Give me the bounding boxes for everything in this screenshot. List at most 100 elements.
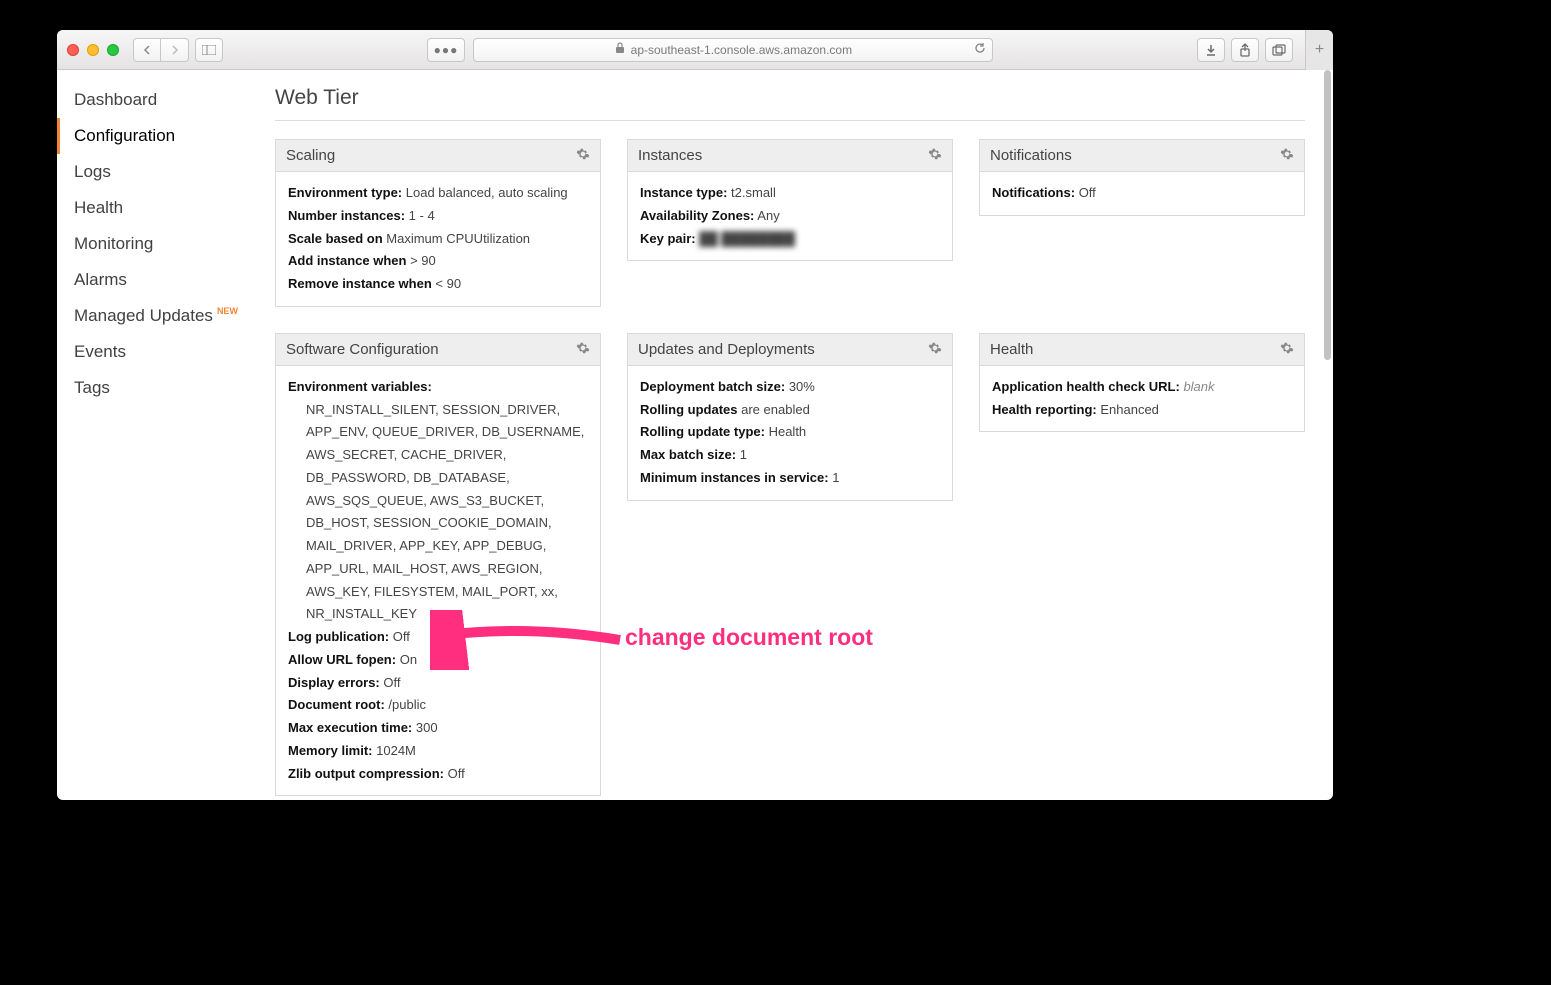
lock-icon	[615, 42, 625, 57]
sidebar-item-label: Dashboard	[74, 90, 157, 110]
share-button[interactable]	[1231, 38, 1259, 62]
card-body: Notifications: Off	[980, 172, 1304, 215]
label: Zlib output compression:	[288, 766, 444, 781]
reload-icon[interactable]	[974, 42, 986, 57]
label: Notifications:	[992, 185, 1075, 200]
value: Off	[1079, 185, 1096, 200]
sidebar-item-label: Logs	[74, 162, 111, 182]
gear-icon[interactable]	[576, 147, 590, 164]
maximize-window-button[interactable]	[107, 44, 119, 56]
card-notifications: Notifications Notifications: Off	[979, 139, 1305, 216]
value: Load balanced, auto scaling	[406, 185, 568, 200]
label: Rolling updates	[640, 402, 738, 417]
browser-window: ●●● ap-southeast-1.console.aws.amazon.co…	[57, 30, 1333, 800]
label: Remove instance when	[288, 276, 432, 291]
label: Rolling update type:	[640, 424, 765, 439]
value: On	[400, 652, 417, 667]
new-tab-button[interactable]: +	[1305, 30, 1333, 70]
sidebar-item-label: Events	[74, 342, 126, 362]
card-title: Health	[990, 341, 1033, 358]
card-title: Updates and Deployments	[638, 341, 815, 358]
value: are enabled	[741, 402, 810, 417]
gear-icon[interactable]	[576, 341, 590, 358]
main-panel: Web Tier Scaling Environment type: Load …	[257, 70, 1333, 800]
label: Display errors:	[288, 675, 380, 690]
value: 1	[740, 447, 747, 462]
reader-button[interactable]: ●●●	[427, 38, 466, 62]
label: Environment variables:	[288, 379, 432, 394]
browser-titlebar: ●●● ap-southeast-1.console.aws.amazon.co…	[57, 30, 1333, 70]
scrollbar-thumb[interactable]	[1324, 70, 1331, 360]
address-bar[interactable]: ap-southeast-1.console.aws.amazon.com	[473, 38, 993, 62]
label: Memory limit:	[288, 743, 373, 758]
label: Allow URL fopen:	[288, 652, 396, 667]
tabs-button[interactable]	[1265, 38, 1293, 62]
window-controls	[67, 44, 119, 56]
sidebar-item-monitoring[interactable]: Monitoring	[57, 226, 257, 262]
value: > 90	[410, 253, 436, 268]
value: Maximum CPUUtilization	[386, 231, 530, 246]
label: Environment type:	[288, 185, 402, 200]
label: Add instance when	[288, 253, 406, 268]
sidebar-item-label: Health	[74, 198, 123, 218]
sidebar-item-label: Configuration	[74, 126, 175, 146]
url-text: ap-southeast-1.console.aws.amazon.com	[631, 43, 852, 57]
card-body: Deployment batch size: 30% Rolling updat…	[628, 366, 952, 500]
minimize-window-button[interactable]	[87, 44, 99, 56]
sidebar-item-tags[interactable]: Tags	[57, 370, 257, 406]
page-title: Web Tier	[275, 80, 1305, 121]
sidebar-item-managed-updates[interactable]: Managed UpdatesNEW	[57, 298, 257, 334]
card-title: Instances	[638, 147, 702, 164]
card-body: Environment variables: NR_INSTALL_SILENT…	[276, 366, 600, 796]
card-instances: Instances Instance type: t2.small Availa…	[627, 139, 953, 261]
label: Availability Zones:	[640, 208, 754, 223]
label: Number instances:	[288, 208, 405, 223]
sidebar-toggle-button[interactable]	[195, 38, 223, 62]
forward-button[interactable]	[161, 38, 189, 62]
sidebar-item-configuration[interactable]: Configuration	[57, 118, 257, 154]
label: Health reporting:	[992, 402, 1097, 417]
sidebar-item-alarms[interactable]: Alarms	[57, 262, 257, 298]
gear-icon[interactable]	[928, 147, 942, 164]
card-health: Health Application health check URL: bla…	[979, 333, 1305, 433]
card-header: Updates and Deployments	[628, 334, 952, 366]
value: 300	[416, 720, 438, 735]
value: Off	[393, 629, 410, 644]
card-body: Application health check URL: blank Heal…	[980, 366, 1304, 432]
card-header: Instances	[628, 140, 952, 172]
label: Minimum instances in service:	[640, 470, 829, 485]
label: Key pair:	[640, 231, 696, 246]
back-button[interactable]	[133, 38, 161, 62]
value: 1 - 4	[409, 208, 435, 223]
label: Scale based on	[288, 231, 383, 246]
sidebar-item-health[interactable]: Health	[57, 190, 257, 226]
value: blank	[1183, 379, 1214, 394]
download-button[interactable]	[1197, 38, 1225, 62]
value: 1	[832, 470, 839, 485]
sidebar-item-logs[interactable]: Logs	[57, 154, 257, 190]
card-header: Health	[980, 334, 1304, 366]
label: Log publication:	[288, 629, 389, 644]
label-document-root: Document root:	[288, 697, 385, 712]
scrollbar[interactable]	[1323, 70, 1331, 800]
sidebar-item-dashboard[interactable]: Dashboard	[57, 82, 257, 118]
label: Max batch size:	[640, 447, 736, 462]
label: Application health check URL:	[992, 379, 1180, 394]
close-window-button[interactable]	[67, 44, 79, 56]
toolbar-right	[1197, 38, 1293, 62]
card-title: Software Configuration	[286, 341, 439, 358]
gear-icon[interactable]	[1280, 341, 1294, 358]
card-updates-deployments: Updates and Deployments Deployment batch…	[627, 333, 953, 501]
value: Off	[448, 766, 465, 781]
sidebar-item-events[interactable]: Events	[57, 334, 257, 370]
card-title: Notifications	[990, 147, 1072, 164]
card-header: Software Configuration	[276, 334, 600, 366]
gear-icon[interactable]	[1280, 147, 1294, 164]
gear-icon[interactable]	[928, 341, 942, 358]
sidebar: Dashboard Configuration Logs Health Moni…	[57, 70, 257, 800]
card-body: Environment type: Load balanced, auto sc…	[276, 172, 600, 306]
card-software-configuration: Software Configuration Environment varia…	[275, 333, 601, 797]
label: Deployment batch size:	[640, 379, 785, 394]
card-header: Scaling	[276, 140, 600, 172]
card-grid: Scaling Environment type: Load balanced,…	[275, 139, 1305, 800]
